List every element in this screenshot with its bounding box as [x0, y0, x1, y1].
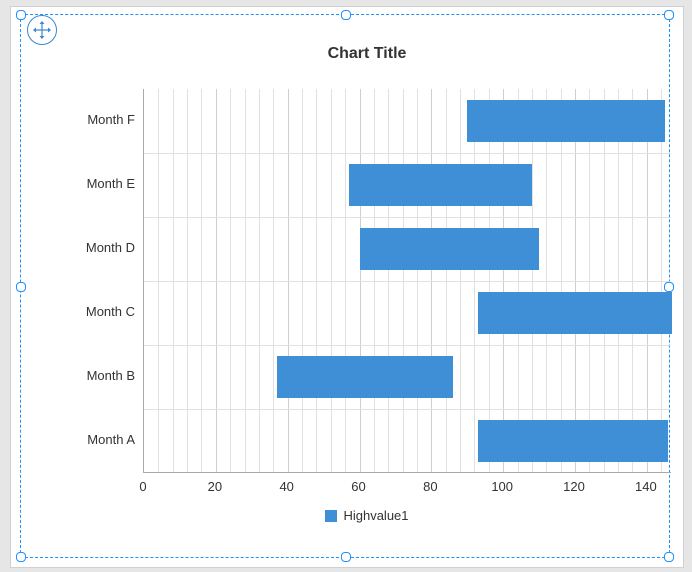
y-tick-label: Month B: [55, 368, 135, 383]
chart-area[interactable]: Chart Title Month F Month E Month D Month C…: [55, 39, 679, 563]
resize-handle-bl[interactable]: [16, 552, 26, 562]
plot-area[interactable]: [143, 89, 671, 473]
resize-handle-tr[interactable]: [664, 10, 674, 20]
x-tick-label: 0: [123, 479, 163, 494]
x-tick-label: 60: [339, 479, 379, 494]
legend[interactable]: Highvalue1: [55, 507, 679, 523]
x-tick-label: 20: [195, 479, 235, 494]
resize-handle-lc[interactable]: [16, 282, 26, 292]
bar-month-c[interactable]: [478, 292, 672, 334]
bar-month-e[interactable]: [349, 164, 532, 206]
resize-handle-tc[interactable]: [341, 10, 351, 20]
legend-swatch: [325, 510, 337, 522]
bar-month-f[interactable]: [467, 100, 665, 142]
grid-row: [144, 345, 671, 346]
grid-row: [144, 281, 671, 282]
x-tick-label: 100: [482, 479, 522, 494]
chart-selection-box[interactable]: Chart Title Month FMonth EMonth DMonth C…: [20, 14, 670, 558]
chart-title[interactable]: Chart Title: [55, 45, 679, 63]
y-tick-label: Month F: [55, 112, 135, 127]
x-tick-label: 80: [410, 479, 450, 494]
move-chart-icon[interactable]: [27, 15, 57, 45]
y-tick-label: Month C: [55, 304, 135, 319]
bar-month-b[interactable]: [277, 356, 453, 398]
grid-row: [144, 409, 671, 410]
y-tick-label: Month A: [55, 432, 135, 447]
y-tick-label: Month E: [55, 176, 135, 191]
x-tick-label: 120: [554, 479, 594, 494]
x-tick-label: 40: [267, 479, 307, 494]
bar-month-a[interactable]: [478, 420, 668, 462]
y-tick-label: Month D: [55, 240, 135, 255]
grid-row: [144, 217, 671, 218]
resize-handle-tl[interactable]: [16, 10, 26, 20]
grid-row: [144, 153, 671, 154]
legend-label: Highvalue1: [343, 508, 408, 523]
x-tick-label: 140: [626, 479, 666, 494]
bar-month-d[interactable]: [360, 228, 540, 270]
